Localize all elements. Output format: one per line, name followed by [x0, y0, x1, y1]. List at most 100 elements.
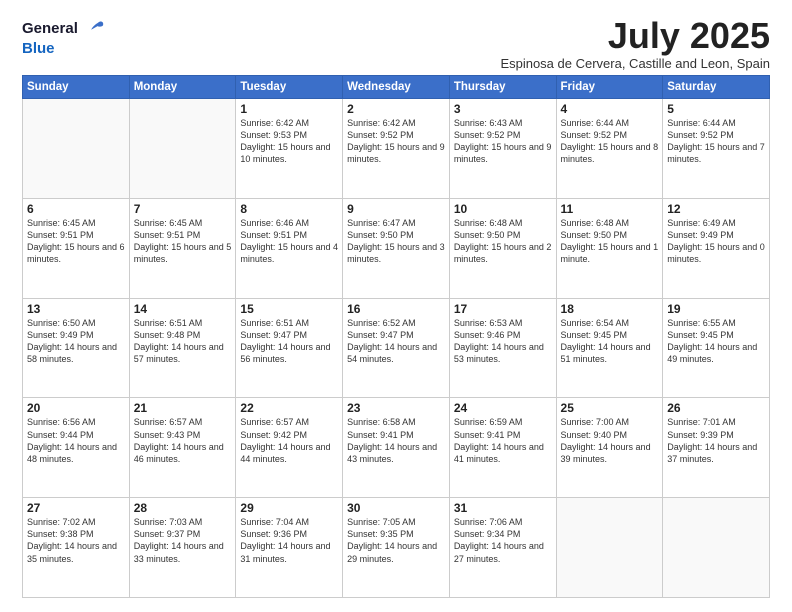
sunset-text: Sunset: 9:46 PM — [454, 330, 521, 340]
table-row: 21Sunrise: 6:57 AMSunset: 9:43 PMDayligh… — [129, 398, 236, 498]
day-number: 18 — [561, 302, 659, 316]
daylight-text: Daylight: 15 hours and 10 minutes. — [240, 142, 330, 164]
table-row: 29Sunrise: 7:04 AMSunset: 9:36 PMDayligh… — [236, 498, 343, 598]
day-number: 26 — [667, 401, 765, 415]
daylight-text: Daylight: 14 hours and 46 minutes. — [134, 442, 224, 464]
sunrise-text: Sunrise: 6:43 AM — [454, 118, 523, 128]
day-number: 3 — [454, 102, 552, 116]
daylight-text: Daylight: 15 hours and 9 minutes. — [347, 142, 445, 164]
sunset-text: Sunset: 9:42 PM — [240, 430, 307, 440]
daylight-text: Daylight: 14 hours and 53 minutes. — [454, 342, 544, 364]
page: General Blue July 2025 Espinosa de Cerve… — [0, 0, 792, 612]
sunset-text: Sunset: 9:50 PM — [561, 230, 628, 240]
daylight-text: Daylight: 14 hours and 33 minutes. — [134, 541, 224, 563]
header: General Blue July 2025 Espinosa de Cerve… — [22, 18, 770, 71]
day-info: Sunrise: 6:52 AMSunset: 9:47 PMDaylight:… — [347, 317, 445, 366]
table-row: 9Sunrise: 6:47 AMSunset: 9:50 PMDaylight… — [343, 198, 450, 298]
sunset-text: Sunset: 9:52 PM — [561, 130, 628, 140]
sunrise-text: Sunrise: 6:55 AM — [667, 318, 736, 328]
day-number: 17 — [454, 302, 552, 316]
table-row: 22Sunrise: 6:57 AMSunset: 9:42 PMDayligh… — [236, 398, 343, 498]
daylight-text: Daylight: 14 hours and 51 minutes. — [561, 342, 651, 364]
sunrise-text: Sunrise: 6:46 AM — [240, 218, 309, 228]
col-friday: Friday — [556, 76, 663, 99]
day-number: 31 — [454, 501, 552, 515]
table-row: 25Sunrise: 7:00 AMSunset: 9:40 PMDayligh… — [556, 398, 663, 498]
day-info: Sunrise: 6:57 AM Sunset: 9:43 PM Daylight:… — [134, 416, 232, 465]
calendar-week-row: 27Sunrise: 7:02 AMSunset: 9:38 PMDayligh… — [23, 498, 770, 598]
month-title: July 2025 — [500, 18, 770, 54]
day-info: Sunrise: 6:44 AMSunset: 9:52 PMDaylight:… — [561, 117, 659, 166]
daylight-text: Daylight: 15 hours and 0 minutes. — [667, 242, 765, 264]
sunrise-text: Sunrise: 6:56 AM — [27, 417, 96, 427]
day-info: Sunrise: 6:51 AMSunset: 9:47 PMDaylight:… — [240, 317, 338, 366]
sunrise-text: Sunrise: 6:54 AM — [561, 318, 630, 328]
sunrise-text: Sunrise: 6:44 AM — [667, 118, 736, 128]
sunset-text: Sunset: 9:38 PM — [27, 529, 94, 539]
sunrise-text: Sunrise: 7:04 AM — [240, 517, 309, 527]
logo: General Blue — [22, 18, 104, 57]
sunrise-text: Sunrise: 6:48 AM — [561, 218, 630, 228]
calendar-week-row: 1Sunrise: 6:42 AMSunset: 9:53 PMDaylight… — [23, 99, 770, 199]
day-number: 24 — [454, 401, 552, 415]
daylight-text: Daylight: 14 hours and 39 minutes. — [561, 442, 651, 464]
day-info: Sunrise: 6:45 AMSunset: 9:51 PMDaylight:… — [134, 217, 232, 266]
sunrise-text: Sunrise: 6:57 AM — [134, 417, 203, 427]
table-row: 6Sunrise: 6:45 AMSunset: 9:51 PMDaylight… — [23, 198, 130, 298]
sunrise-text: Sunrise: 6:42 AM — [347, 118, 416, 128]
sunrise-text: Sunrise: 6:59 AM — [454, 417, 523, 427]
table-row: 17Sunrise: 6:53 AMSunset: 9:46 PMDayligh… — [449, 298, 556, 398]
table-row: 23Sunrise: 6:58 AMSunset: 9:41 PMDayligh… — [343, 398, 450, 498]
day-number: 7 — [134, 202, 232, 216]
day-number: 28 — [134, 501, 232, 515]
daylight-text: Daylight: 15 hours and 7 minutes. — [667, 142, 765, 164]
sunrise-text: Sunrise: 6:51 AM — [240, 318, 309, 328]
sunrise-text: Sunrise: 7:05 AM — [347, 517, 416, 527]
sunset-text: Sunset: 9:45 PM — [667, 330, 734, 340]
daylight-text: Daylight: 14 hours and 31 minutes. — [240, 541, 330, 563]
day-info: Sunrise: 6:50 AMSunset: 9:49 PMDaylight:… — [27, 317, 125, 366]
sunset-text: Sunset: 9:50 PM — [454, 230, 521, 240]
sunrise-text: Sunrise: 7:06 AM — [454, 517, 523, 527]
daylight-text: Daylight: 15 hours and 5 minutes. — [134, 242, 232, 264]
day-number: 14 — [134, 302, 232, 316]
table-row — [663, 498, 770, 598]
day-number: 16 — [347, 302, 445, 316]
daylight-text: Daylight: 14 hours and 29 minutes. — [347, 541, 437, 563]
col-saturday: Saturday — [663, 76, 770, 99]
sunrise-text: Sunrise: 6:45 AM — [27, 218, 96, 228]
daylight-text: Daylight: 14 hours and 41 minutes. — [454, 442, 544, 464]
day-info: Sunrise: 6:51 AMSunset: 9:48 PMDaylight:… — [134, 317, 232, 366]
day-info: Sunrise: 6:44 AMSunset: 9:52 PMDaylight:… — [667, 117, 765, 166]
table-row: 1Sunrise: 6:42 AMSunset: 9:53 PMDaylight… — [236, 99, 343, 199]
daylight-text: Daylight: 14 hours and 27 minutes. — [454, 541, 544, 563]
col-monday: Monday — [129, 76, 236, 99]
day-number: 8 — [240, 202, 338, 216]
daylight-text: Daylight: 14 hours and 37 minutes. — [667, 442, 757, 464]
sunset-text: Sunset: 9:44 PM — [27, 430, 94, 440]
sunrise-text: Sunrise: 6:42 AM — [240, 118, 309, 128]
table-row: 19Sunrise: 6:55 AMSunset: 9:45 PMDayligh… — [663, 298, 770, 398]
title-block: July 2025 Espinosa de Cervera, Castille … — [500, 18, 770, 71]
table-row: 20Sunrise: 6:56 AMSunset: 9:44 PMDayligh… — [23, 398, 130, 498]
subtitle: Espinosa de Cervera, Castille and Leon, … — [500, 56, 770, 71]
sunset-text: Sunset: 9:41 PM — [347, 430, 414, 440]
sunset-text: Sunset: 9:43 PM — [134, 430, 201, 440]
col-wednesday: Wednesday — [343, 76, 450, 99]
daylight-text: Daylight: 14 hours and 49 minutes. — [667, 342, 757, 364]
sunset-text: Sunset: 9:49 PM — [27, 330, 94, 340]
table-row: 2Sunrise: 6:42 AMSunset: 9:52 PMDaylight… — [343, 99, 450, 199]
calendar-table: Sunday Monday Tuesday Wednesday Thursday… — [22, 75, 770, 598]
day-info: Sunrise: 6:58 AMSunset: 9:41 PMDaylight:… — [347, 416, 445, 465]
table-row — [129, 99, 236, 199]
day-number: 4 — [561, 102, 659, 116]
day-number: 9 — [347, 202, 445, 216]
sunset-text: Sunset: 9:45 PM — [561, 330, 628, 340]
daylight-text: Daylight: 15 hours and 6 minutes. — [27, 242, 125, 264]
table-row: 18 Sunrise: 6:54 AM Sunset: 9:45 PM Dayligh… — [556, 298, 663, 398]
col-thursday: Thursday — [449, 76, 556, 99]
col-sunday: Sunday — [23, 76, 130, 99]
sunrise-text: Sunrise: 6:49 AM — [667, 218, 736, 228]
sunset-text: Sunset: 9:52 PM — [454, 130, 521, 140]
table-row: 30Sunrise: 7:05 AMSunset: 9:35 PMDayligh… — [343, 498, 450, 598]
